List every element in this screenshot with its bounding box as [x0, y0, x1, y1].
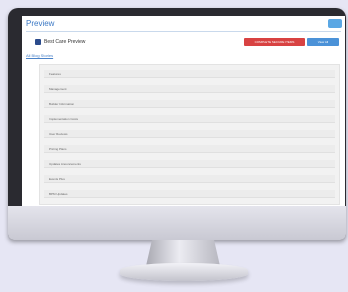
document-icon: [35, 39, 41, 45]
breadcrumb-link[interactable]: All Blog Stories: [26, 53, 53, 58]
title-divider: [26, 31, 341, 32]
list-item[interactable]: Management: [44, 85, 335, 93]
list-item[interactable]: Events Plus: [44, 175, 335, 183]
monitor-stand-base: [120, 263, 248, 281]
list-item[interactable]: Features: [44, 70, 335, 78]
monitor-screen: Preview Best Care Preview COMPLETE SECUR…: [22, 16, 345, 206]
top-menu-button[interactable]: [328, 19, 342, 28]
list-item[interactable]: Updates Anouncements: [44, 160, 335, 168]
list-item[interactable]: Implementation Costs: [44, 115, 335, 123]
list-item[interactable]: BPM Updates: [44, 190, 335, 198]
primary-action-button[interactable]: COMPLETE SECURE ITEMS: [244, 38, 305, 46]
document-title: Best Care Preview: [44, 39, 86, 45]
list-item[interactable]: Pricing Plans: [44, 145, 335, 153]
content-panel: Features Management Builder Information …: [39, 64, 340, 205]
list-item[interactable]: User Reviews: [44, 130, 335, 138]
monitor-chin: [8, 206, 346, 240]
list-item[interactable]: Builder Information: [44, 100, 335, 108]
page-title: Preview: [26, 19, 55, 28]
view-all-button[interactable]: View All: [307, 38, 339, 46]
